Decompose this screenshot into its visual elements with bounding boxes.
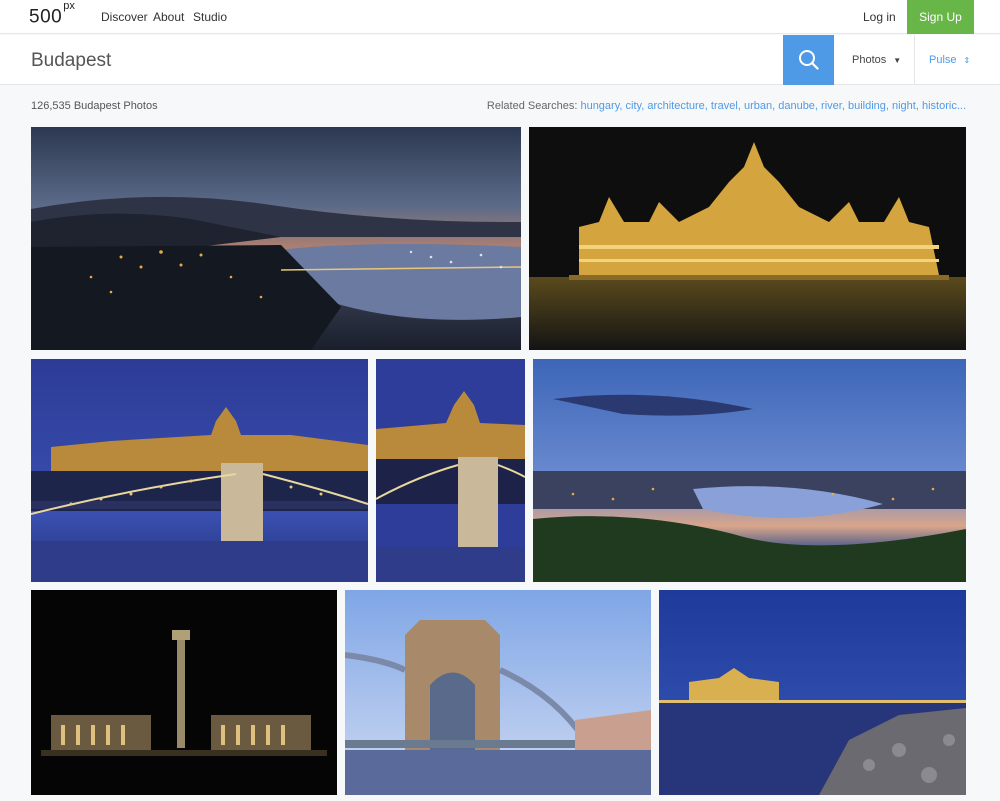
photo-budapest-dusk-panorama xyxy=(31,127,521,350)
sort-arrows-icon: ⇕ xyxy=(963,56,971,65)
photo-tile[interactable] xyxy=(659,590,966,795)
related-tag[interactable]: travel, xyxy=(711,100,741,112)
related-tag[interactable]: urban, xyxy=(744,100,775,112)
signup-button[interactable]: Sign Up xyxy=(907,0,974,34)
caret-down-icon: ▼ xyxy=(893,56,902,65)
logo-sup: px xyxy=(63,0,75,12)
logo-text: 500 xyxy=(29,6,63,28)
search-query[interactable]: Budapest xyxy=(31,50,111,72)
type-dropdown-label: Photos xyxy=(852,54,887,66)
related-tag[interactable]: building, xyxy=(848,100,889,112)
related-tag[interactable]: historic... xyxy=(922,100,966,112)
photo-tile[interactable] xyxy=(31,359,368,582)
related-searches: Related Searches: hungary, city, archite… xyxy=(487,100,966,112)
photo-tile[interactable] xyxy=(345,590,651,795)
search-icon xyxy=(799,50,819,70)
photo-parliament-riverbank-blue xyxy=(659,590,966,795)
photo-tile[interactable] xyxy=(376,359,525,582)
sort-dropdown[interactable]: Pulse ⇕ xyxy=(915,35,1000,85)
photo-chain-bridge-vertical xyxy=(376,359,525,582)
related-tag[interactable]: architecture, xyxy=(647,100,708,112)
photo-chain-bridge-castle xyxy=(31,359,368,582)
related-tag[interactable]: hungary, xyxy=(580,100,622,112)
related-tag[interactable]: danube, xyxy=(778,100,818,112)
photo-tile[interactable] xyxy=(31,590,337,795)
search-button[interactable] xyxy=(783,35,834,85)
result-count: 126,535 Budapest Photos xyxy=(31,100,158,112)
photo-tile[interactable] xyxy=(533,359,966,582)
nav-studio[interactable]: Studio xyxy=(193,10,227,24)
related-tag[interactable]: river, xyxy=(821,100,845,112)
photo-tile[interactable] xyxy=(31,127,521,350)
photo-tile[interactable] xyxy=(529,127,966,350)
related-tag[interactable]: night, xyxy=(892,100,919,112)
top-nav: 500px Discover About Studio Log in Sign … xyxy=(0,0,1000,34)
login-link[interactable]: Log in xyxy=(863,10,896,24)
nav-discover[interactable]: Discover xyxy=(101,10,148,24)
related-tag[interactable]: city, xyxy=(626,100,645,112)
nav-about[interactable]: About xyxy=(153,10,184,24)
search-bar: Budapest Photos ▼ Pulse ⇕ xyxy=(0,35,1000,85)
photo-city-panorama-sunset xyxy=(533,359,966,582)
photo-chain-bridge-day xyxy=(345,590,651,795)
type-dropdown[interactable]: Photos ▼ xyxy=(834,35,915,85)
sort-dropdown-label: Pulse xyxy=(929,54,957,66)
logo[interactable]: 500px xyxy=(29,0,75,28)
photo-parliament-night xyxy=(529,127,966,350)
photo-heroes-square-night xyxy=(31,590,337,795)
related-label: Related Searches: xyxy=(486,100,578,112)
